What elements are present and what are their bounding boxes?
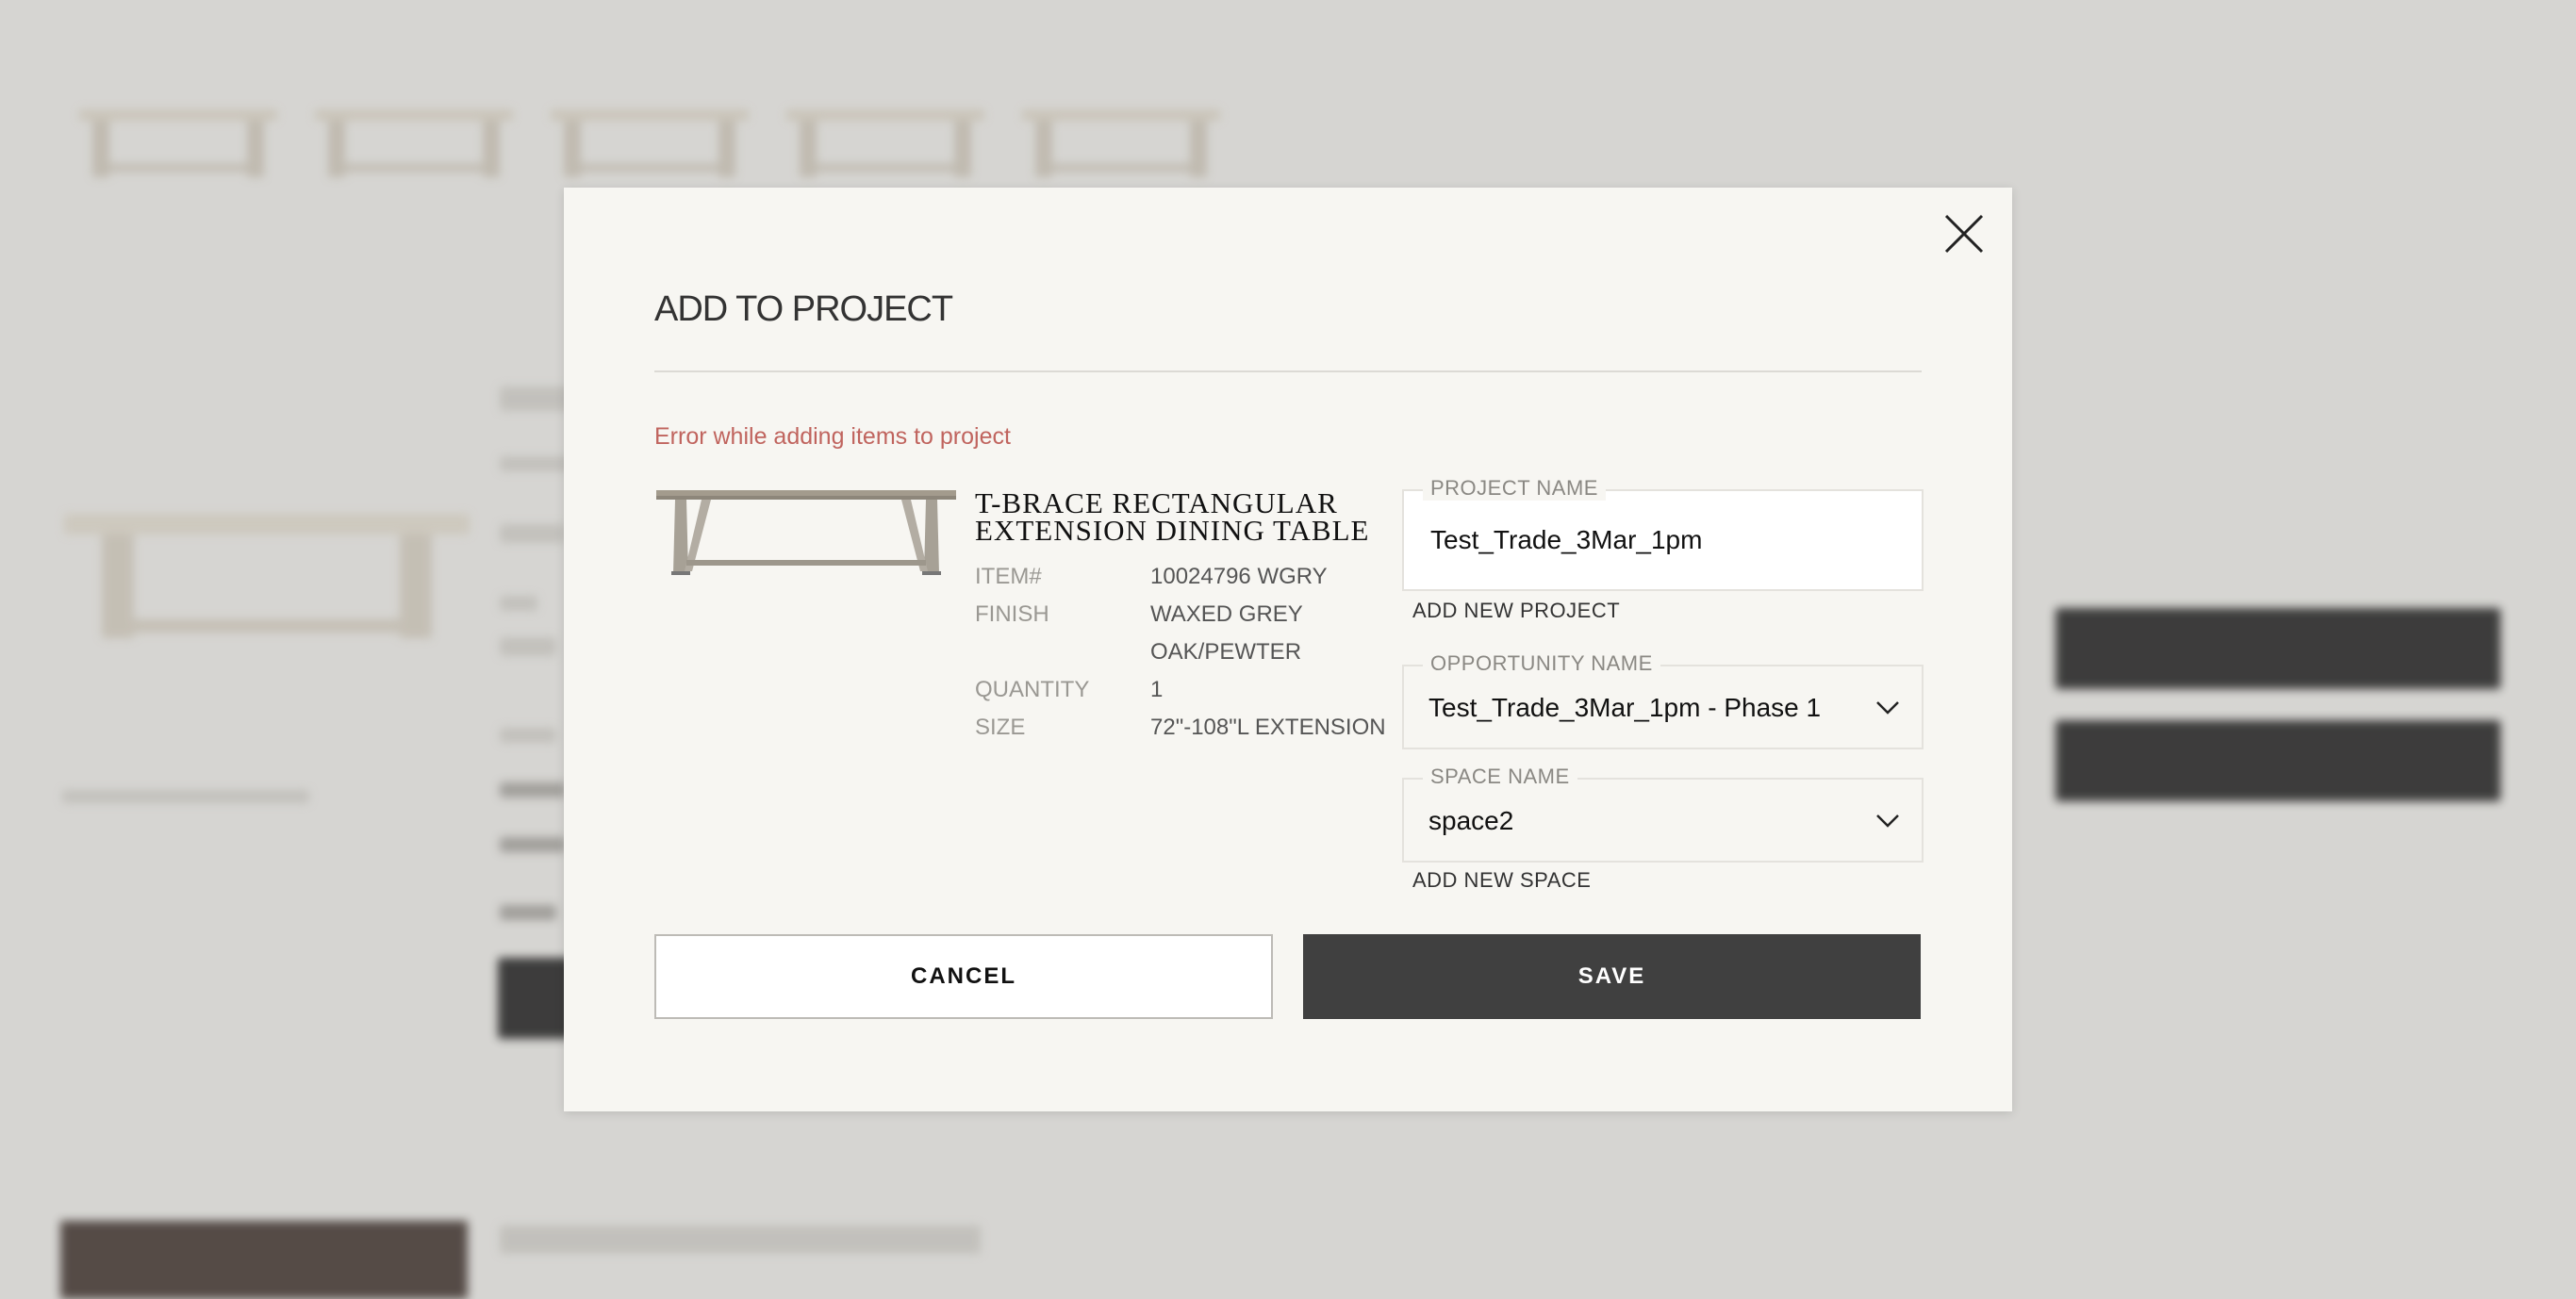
spec-value: 1 — [1150, 677, 1164, 702]
spec-value: 10024796 WGRY — [1150, 564, 1328, 589]
bg-add-to-project-button — [2056, 720, 2501, 801]
opportunity-name-label: OPPORTUNITY NAME — [1423, 651, 1660, 676]
thumbnail-image — [551, 106, 749, 181]
space-name-select[interactable]: SPACE NAME space2 — [1402, 765, 1924, 863]
thumbnail-image — [315, 106, 513, 181]
bg-button — [498, 958, 573, 1039]
close-icon — [1944, 214, 1984, 254]
product-image-large — [64, 514, 470, 646]
bg-add-to-cart-button — [2056, 608, 2501, 689]
chevron-down-icon — [1876, 814, 1899, 828]
opportunity-name-value: Test_Trade_3Mar_1pm - Phase 1 — [1428, 693, 1822, 722]
bg-text — [500, 905, 556, 920]
thumbnail-image — [79, 106, 277, 181]
modal-title: ADD TO PROJECT — [654, 289, 953, 329]
spec-label: QUANTITY — [975, 677, 1090, 702]
spec-label: SIZE — [975, 715, 1026, 740]
close-button[interactable] — [1942, 212, 1986, 255]
add-new-space-link[interactable]: ADD NEW SPACE — [1412, 868, 1591, 893]
bg-text — [500, 782, 566, 797]
product-name: T-BRACE RECTANGULAR EXTENSION DINING TAB… — [975, 486, 1370, 547]
product-image — [656, 490, 956, 575]
space-name-label: SPACE NAME — [1423, 765, 1577, 789]
bg-text — [500, 596, 537, 611]
bg-text — [500, 1225, 981, 1254]
bg-text — [62, 790, 309, 803]
project-name-label: PROJECT NAME — [1423, 476, 1606, 501]
project-name-value: Test_Trade_3Mar_1pm — [1430, 525, 1703, 554]
space-name-value: space2 — [1428, 806, 1514, 835]
spec-label: ITEM# — [975, 564, 1042, 589]
bg-text — [500, 728, 556, 743]
project-name-field[interactable]: PROJECT NAME Test_Trade_3Mar_1pm — [1402, 476, 1924, 591]
spec-value: WAXED GREY — [1150, 601, 1303, 627]
bg-text — [500, 837, 566, 852]
divider — [654, 370, 1922, 372]
add-new-project-link[interactable]: ADD NEW PROJECT — [1412, 599, 1620, 623]
error-message: Error while adding items to project — [654, 423, 1011, 450]
add-to-project-modal: ADD TO PROJECT Error while adding items … — [564, 188, 2012, 1111]
cancel-button[interactable]: CANCEL — [654, 934, 1273, 1019]
spec-value: 72"-108"L EXTENSION — [1150, 715, 1386, 740]
save-button[interactable]: SAVE — [1303, 934, 1921, 1019]
spec-label: FINISH — [975, 601, 1049, 627]
spec-value: OAK/PEWTER — [1150, 639, 1302, 665]
bg-text — [500, 637, 556, 656]
chevron-down-icon — [1876, 701, 1899, 715]
thumbnail-image — [1022, 106, 1220, 181]
thumbnail-image — [786, 106, 984, 181]
opportunity-name-select[interactable]: OPPORTUNITY NAME Test_Trade_3Mar_1pm - P… — [1402, 651, 1924, 749]
bg-text — [500, 524, 566, 543]
bg-swatch-image — [60, 1221, 468, 1299]
